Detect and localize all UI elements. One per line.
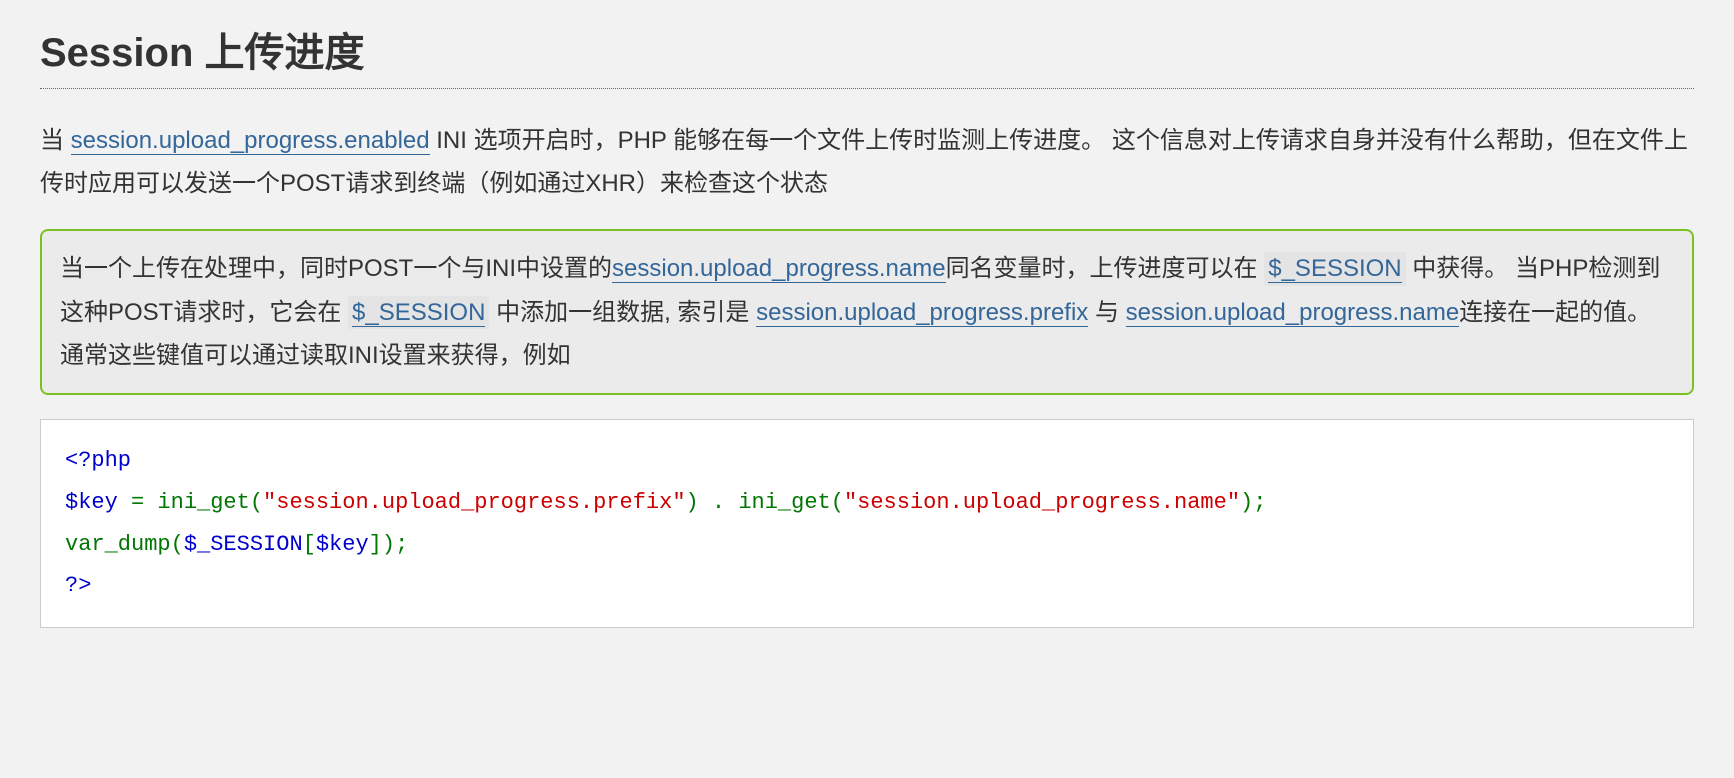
link-upload-progress-name-1[interactable]: session.upload_progress.name <box>612 255 946 283</box>
link-session-1[interactable]: $_SESSION <box>1268 255 1401 283</box>
code-paren-open-1: ( <box>250 490 263 515</box>
link-session-2[interactable]: $_SESSION <box>352 299 485 327</box>
text: 当 <box>40 127 71 154</box>
code-close-tag: ?> <box>65 573 91 598</box>
code-string-prefix: "session.upload_progress.prefix" <box>263 490 685 515</box>
code-bracket-close: ]); <box>369 532 409 557</box>
session-var-pill-2: $_SESSION <box>348 296 489 330</box>
code-fn-iniget-2: ini_get <box>738 490 830 515</box>
code-fn-iniget-1: ini_get <box>157 490 249 515</box>
text: 同名变量时，上传进度可以在 <box>946 255 1258 282</box>
code-paren-open-2: ( <box>831 490 844 515</box>
code-bracket-open: [ <box>303 532 316 557</box>
code-var-key-2: $key <box>316 532 369 557</box>
text: 中添加一组数据, 索引是 <box>489 299 756 326</box>
highlighted-paragraph: 当一个上传在处理中，同时POST一个与INI中设置的session.upload… <box>40 229 1694 395</box>
code-paren-open-3: ( <box>171 532 184 557</box>
code-equals: = <box>131 490 157 515</box>
session-var-pill-1: $_SESSION <box>1264 252 1405 286</box>
php-code-block: <?php $key = ini_get("session.upload_pro… <box>40 419 1694 628</box>
link-upload-progress-enabled[interactable]: session.upload_progress.enabled <box>71 127 430 155</box>
code-paren-close-semi: ); <box>1240 490 1266 515</box>
code-string-name: "session.upload_progress.name" <box>844 490 1240 515</box>
link-upload-progress-prefix[interactable]: session.upload_progress.prefix <box>756 299 1088 327</box>
intro-paragraph: 当 session.upload_progress.enabled INI 选项… <box>40 119 1694 205</box>
code-paren-concat: ) . <box>686 490 739 515</box>
code-var-session: $_SESSION <box>184 532 303 557</box>
code-open-tag: <?php <box>65 448 131 473</box>
link-upload-progress-name-2[interactable]: session.upload_progress.name <box>1126 299 1460 327</box>
code-fn-vardump: var_dump <box>65 532 171 557</box>
page-title: Session 上传进度 <box>40 20 1694 89</box>
text: 与 <box>1088 299 1125 326</box>
text: 当一个上传在处理中，同时POST一个与INI中设置的 <box>60 255 612 282</box>
code-var-key: $key <box>65 490 131 515</box>
